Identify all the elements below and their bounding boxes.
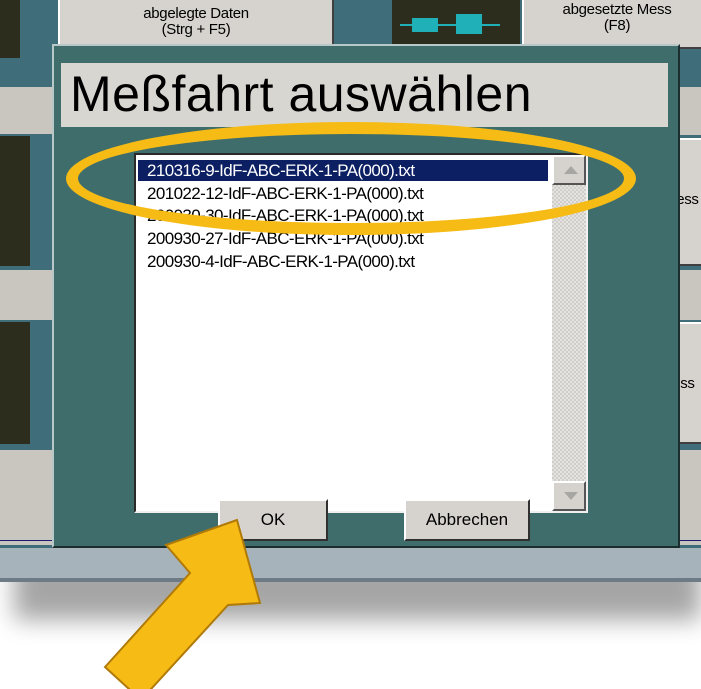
pointer-arrow bbox=[103, 518, 262, 689]
arrow-icon bbox=[103, 518, 262, 689]
